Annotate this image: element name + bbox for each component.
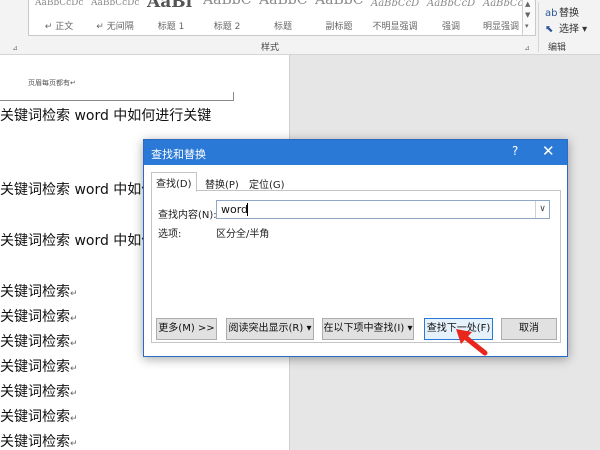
style-subtitle[interactable]: AaBbC 副标题 [311,0,367,34]
doc-line: 关键词检索↵ [0,281,78,301]
style-normal[interactable]: AaBbCcDc ↵ 正文 [31,0,87,34]
style-intense-emphasis[interactable]: AaBbCcD 明显强调 [479,0,523,34]
style-preview: AaBbC [203,0,252,8]
doc-line-text: 关键词检索 [0,409,70,425]
doc-line-text: 关键词检索 [0,434,70,450]
header-divider [0,87,234,101]
doc-line-text: 关键词检索 [0,284,70,300]
paragraph-mark-icon: ↵ [70,364,78,374]
dialog-tabs: 查找(D) 替换(P) 定位(G) [151,172,561,192]
style-preview: AaBbCcD [371,0,420,9]
tab-replace[interactable]: 替换(P) [201,174,243,191]
style-preview: AaBbCcD [427,0,476,9]
close-icon[interactable]: ✕ [542,142,555,160]
style-preview: AaBl [147,0,193,12]
style-name: ↵ 无间隔 [96,22,134,32]
style-name: 标题 2 [213,22,241,32]
style-title[interactable]: AaBbC 标题 [255,0,311,34]
style-preview: AaBbC [259,0,308,8]
scroll-up-icon[interactable]: ▲ [525,0,530,8]
styles-gallery: AaBbCcDc ↵ 正文 AaBbCcDc ↵ 无间隔 AaBl 标题 1 A… [28,0,536,36]
style-heading-1[interactable]: AaBl 标题 1 [143,0,199,34]
paragraph-mark-icon: ↵ [70,414,78,424]
doc-line-text: 关键词检索 [0,334,70,350]
clipboard-launcher-icon[interactable]: ⊿ [12,44,18,52]
tab-find[interactable]: 查找(D) [151,172,197,192]
style-preview: AaBbCcDc [35,0,84,8]
dialog-title: 查找和替换 [151,148,206,161]
style-preview: AaBbC [315,0,364,8]
style-heading-2[interactable]: AaBbC 标题 2 [199,0,255,34]
more-styles-icon[interactable]: ▾ [525,22,529,30]
select-button[interactable]: ⬉ 选择 ▾ [545,20,587,35]
style-preview: AaBbCcD [483,0,523,9]
scroll-down-icon[interactable]: ▼ [525,11,530,19]
doc-line: 关键词检索 word 中如何 [0,182,156,198]
doc-line: 关键词检索 word 中如何进行关键 [0,108,212,124]
group-separator [538,2,539,52]
paragraph-mark-icon: ↵ [70,289,78,299]
dialog-titlebar[interactable]: 查找和替换 ? ✕ [144,140,567,165]
cursor-icon: ⬉ [545,24,554,35]
doc-line: 关键词检索↵ [0,406,78,426]
paragraph-mark-icon: ↵ [70,439,78,449]
annotation-arrow-icon [456,329,488,356]
style-name: 标题 1 [157,22,185,32]
find-replace-dialog: 查找和替换 ? ✕ 查找(D) 替换(P) 定位(G) 查找内容(N): wor… [143,139,568,357]
style-emphasis[interactable]: AaBbCcD 强调 [423,0,479,34]
doc-line: 关键词检索↵ [0,356,78,376]
paragraph-mark-icon: ↵ [70,314,78,324]
text-caret [247,203,248,216]
ribbon: ⊿ AaBbCcDc ↵ 正文 AaBbCcDc ↵ 无间隔 AaBl 标题 1… [0,0,600,55]
style-name: 强调 [441,22,460,32]
find-what-label: 查找内容(N): [158,210,217,221]
style-no-spacing[interactable]: AaBbCcDc ↵ 无间隔 [87,0,143,34]
doc-line-text: 关键词检索 [0,309,70,325]
edit-group-label: 编辑 [548,43,567,53]
cancel-button[interactable]: 取消 [501,318,557,340]
find-in-button[interactable]: 在以下项中查找(I) ▾ [322,318,414,340]
doc-line: 关键词检索↵ [0,381,78,401]
doc-line: 关键词检索 word 中如何 [0,233,156,249]
styles-launcher-icon[interactable]: ⊿ [524,44,530,52]
paragraph-mark-icon: ↵ [70,339,78,349]
doc-line: 关键词检索↵ [0,306,78,326]
doc-line: 关键词检索↵ [0,331,78,351]
replace-label: 替换 [559,8,579,19]
style-name: 标题 [273,22,292,32]
gallery-scrollbar[interactable]: ▲ ▼ ▾ [522,0,535,35]
find-what-value: word [221,203,249,216]
style-subtle-emphasis[interactable]: AaBbCcD 不明显强调 [367,0,423,34]
style-name: 不明显强调 [372,22,418,32]
styles-group-label: 样式 [260,43,279,53]
find-what-input[interactable]: word ∨ [216,200,550,219]
style-name: ↵ 正文 [44,22,74,32]
select-label: 选择 ▾ [559,24,588,35]
style-name: 明显强调 [482,22,519,32]
more-button[interactable]: 更多(M) >> [156,318,217,340]
tab-goto[interactable]: 定位(G) [245,174,289,191]
reading-highlight-button[interactable]: 阅读突出显示(R) ▾ [226,318,314,340]
help-button[interactable]: ? [512,144,518,158]
doc-line: 关键词检索↵ [0,431,78,450]
doc-line-text: 关键词检索 [0,384,70,400]
chevron-down-icon[interactable]: ∨ [535,201,549,218]
replace-icon: ab [545,8,558,19]
options-label: 选项: [158,229,182,240]
style-name: 副标题 [325,22,353,32]
options-value: 区分全/半角 [216,229,270,240]
paragraph-mark-icon: ↵ [70,389,78,399]
doc-line-text: 关键词检索 [0,359,70,375]
style-preview: AaBbCcDc [91,0,140,8]
replace-button[interactable]: ab 替换 [545,4,579,19]
